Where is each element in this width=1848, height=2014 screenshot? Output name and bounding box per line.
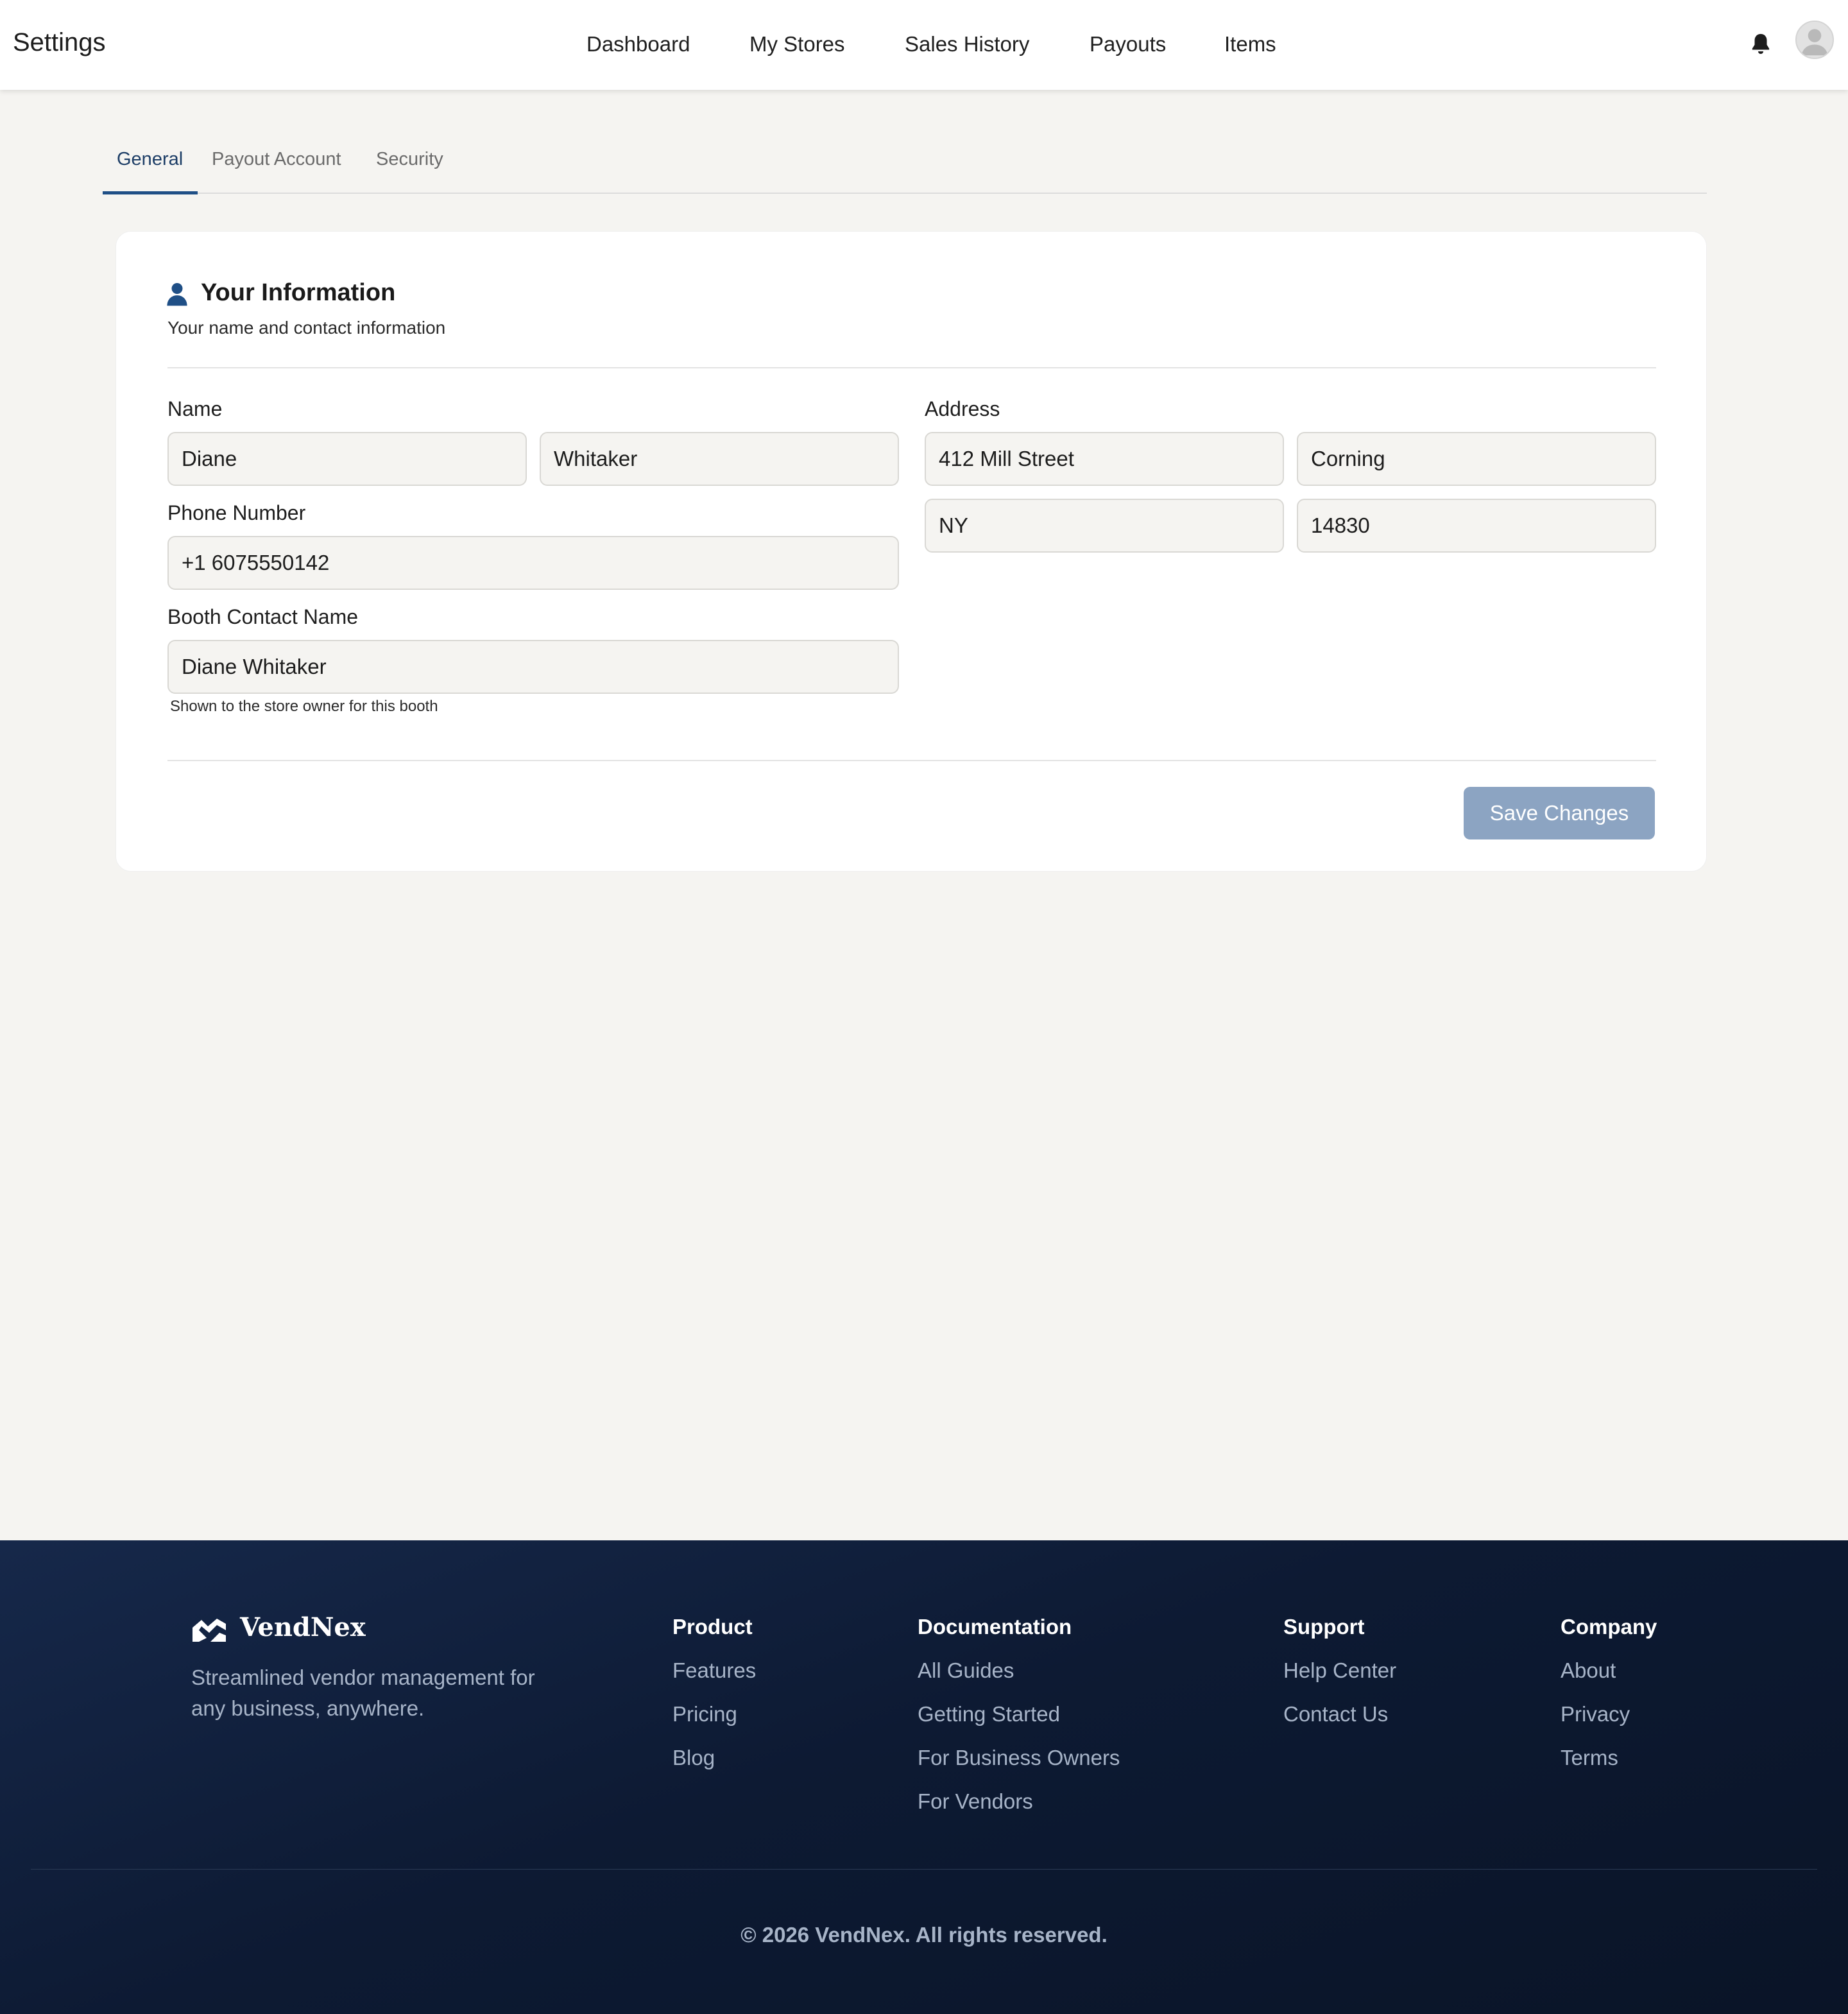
vendnex-logo-icon bbox=[193, 1619, 226, 1642]
save-changes-button[interactable]: Save Changes bbox=[1464, 787, 1655, 839]
footer-link[interactable]: For Business Owners bbox=[918, 1746, 1120, 1770]
tab-security[interactable]: Security bbox=[376, 149, 443, 194]
footer-link[interactable]: Pricing bbox=[672, 1702, 737, 1726]
first-name-input[interactable] bbox=[167, 432, 527, 486]
bell-icon[interactable] bbox=[1749, 32, 1772, 56]
footer: VendNex Streamlined vendor management fo… bbox=[0, 1540, 1848, 2014]
footer-link[interactable]: Blog bbox=[672, 1746, 715, 1770]
address-label: Address bbox=[925, 397, 1000, 420]
copyright: © 2026 VendNex. All rights reserved. bbox=[740, 1923, 1108, 1947]
nav-sales-history[interactable]: Sales History bbox=[905, 32, 1029, 56]
footer-col-title: Product bbox=[672, 1615, 753, 1639]
your-information-card: Your Information Your name and contact i… bbox=[116, 231, 1707, 872]
footer-link[interactable]: For Vendors bbox=[918, 1789, 1033, 1814]
zip-input[interactable] bbox=[1297, 499, 1656, 553]
footer-link[interactable]: All Guides bbox=[918, 1658, 1014, 1683]
phone-input[interactable] bbox=[167, 536, 899, 590]
brand-name: VendNex bbox=[240, 1612, 366, 1642]
main-nav: Dashboard My Stores Sales History Payout… bbox=[0, 0, 1848, 90]
last-name-input[interactable] bbox=[540, 432, 899, 486]
booth-contact-label: Booth Contact Name bbox=[167, 605, 359, 628]
footer-link[interactable]: Getting Started bbox=[918, 1702, 1060, 1726]
state-input[interactable] bbox=[925, 499, 1284, 553]
tab-payout-account[interactable]: Payout Account bbox=[212, 149, 341, 194]
nav-items[interactable]: Items bbox=[1224, 32, 1276, 56]
footer-col-title: Support bbox=[1283, 1615, 1365, 1639]
name-label: Name bbox=[167, 397, 223, 420]
tab-general[interactable]: General bbox=[117, 149, 183, 194]
footer-col-title: Company bbox=[1561, 1615, 1657, 1639]
card-title: Your Information bbox=[201, 279, 396, 306]
footer-link[interactable]: Terms bbox=[1561, 1746, 1618, 1770]
card-divider-bottom bbox=[167, 760, 1656, 761]
footer-link[interactable]: Help Center bbox=[1283, 1658, 1396, 1683]
booth-contact-hint: Shown to the store owner for this booth bbox=[170, 698, 438, 715]
footer-col-title: Documentation bbox=[918, 1615, 1072, 1639]
footer-link[interactable]: Privacy bbox=[1561, 1702, 1630, 1726]
active-tab-indicator bbox=[103, 191, 198, 194]
top-bar: Settings Dashboard My Stores Sales Histo… bbox=[0, 0, 1848, 90]
settings-tabs: General Payout Account Security bbox=[103, 144, 1707, 194]
footer-link[interactable]: Contact Us bbox=[1283, 1702, 1388, 1726]
card-subtitle: Your name and contact information bbox=[167, 318, 446, 338]
footer-divider bbox=[31, 1869, 1817, 1870]
brand-tagline: Streamlined vendor management for any bu… bbox=[191, 1665, 535, 1720]
user-icon bbox=[167, 283, 187, 306]
nav-payouts[interactable]: Payouts bbox=[1090, 32, 1166, 56]
card-divider-top bbox=[167, 367, 1656, 368]
avatar[interactable] bbox=[1795, 21, 1834, 59]
phone-label: Phone Number bbox=[167, 501, 306, 524]
nav-dashboard[interactable]: Dashboard bbox=[586, 32, 690, 56]
footer-link[interactable]: Features bbox=[672, 1658, 756, 1683]
footer-link[interactable]: About bbox=[1561, 1658, 1616, 1683]
nav-my-stores[interactable]: My Stores bbox=[749, 32, 845, 56]
avatar-icon bbox=[1801, 29, 1828, 56]
city-input[interactable] bbox=[1297, 432, 1656, 486]
booth-contact-input[interactable] bbox=[167, 640, 899, 694]
street-input[interactable] bbox=[925, 432, 1284, 486]
